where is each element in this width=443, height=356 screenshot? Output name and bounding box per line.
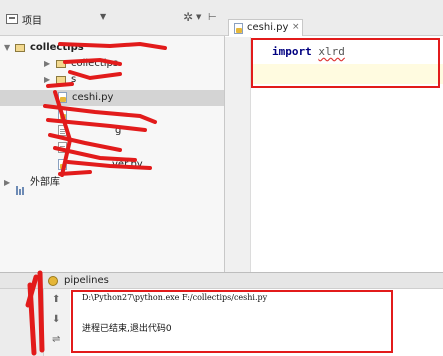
annotation-box-console — [71, 290, 393, 353]
tab-label: ceshi.py — [247, 22, 289, 33]
redaction-scribble — [43, 41, 167, 177]
tab-ceshi-py[interactable]: ceshi.py × — [228, 19, 303, 36]
run-panel-header: pipelines — [0, 272, 443, 289]
editor-area[interactable]: ceshi.py × import xlrd — [225, 0, 443, 272]
project-panel: 项目 ▼ ✲ ▼ ⊢ ▼ collectips ▶ collectips ▶ s… — [0, 0, 225, 272]
close-icon[interactable]: × — [292, 22, 300, 32]
annotation-box-code — [251, 38, 440, 88]
down-arrow-icon[interactable]: ⬇ — [52, 314, 60, 325]
run-config-title[interactable]: pipelines — [64, 275, 109, 286]
editor-tab-bar: ceshi.py × — [225, 0, 443, 36]
redaction-scribble-run — [25, 270, 45, 356]
wrap-icon[interactable]: ⇌ — [52, 334, 60, 345]
up-arrow-icon[interactable]: ⬆ — [52, 294, 60, 305]
python-file-icon — [234, 23, 243, 34]
editor-gutter — [225, 37, 251, 272]
